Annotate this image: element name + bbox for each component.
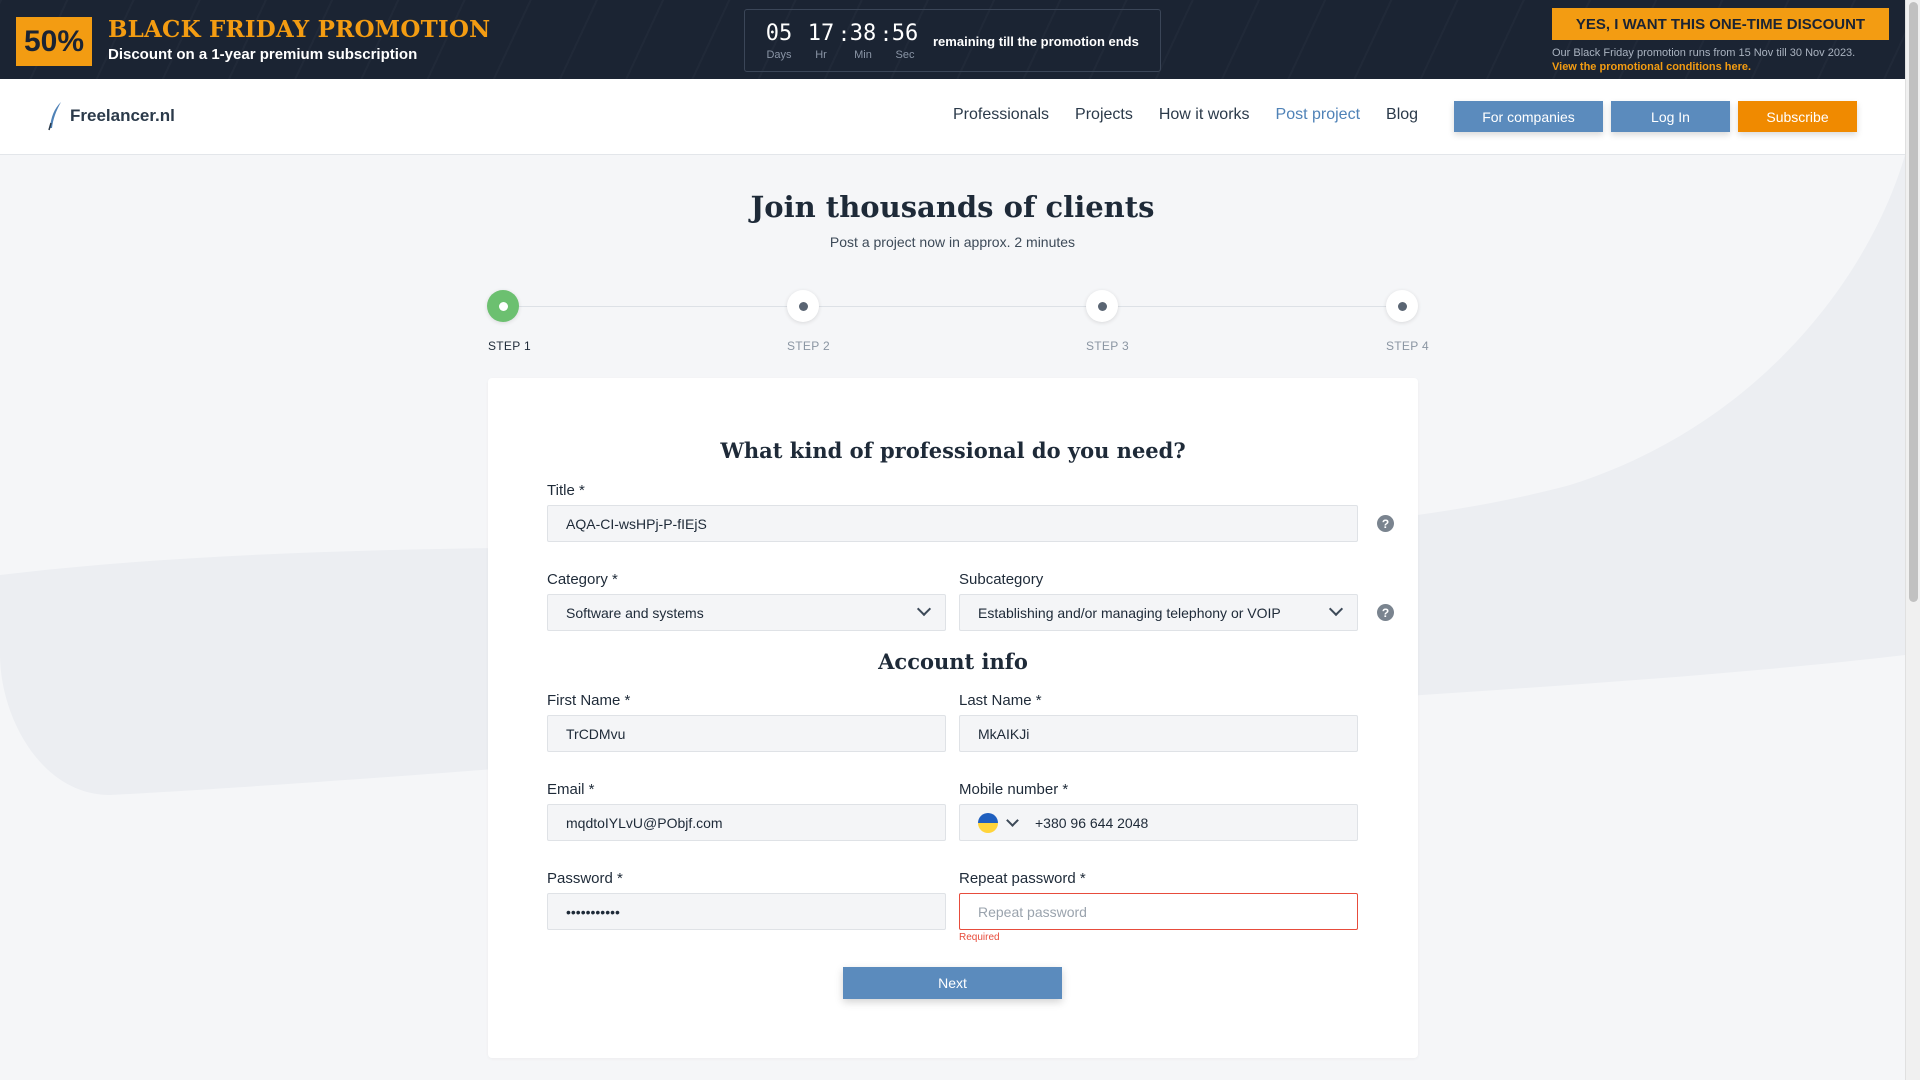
step-4-indicator [1386,290,1418,322]
subcategory-help-icon[interactable]: ? [1377,604,1394,621]
countdown-days: 05 Days [765,21,793,62]
promo-banner: 50% BLACK FRIDAY PROMOTION Discount on a… [0,0,1905,79]
form-section-title: What kind of professional do you need? [720,438,1186,463]
email-input[interactable]: mqdtoIYLvU@PObjf.com [547,804,946,841]
subscribe-button[interactable]: Subscribe [1738,101,1857,132]
next-button[interactable]: Next [843,967,1062,999]
repeat-password-label: Repeat password * [959,870,1086,887]
step-2-indicator [787,290,819,322]
countdown-minutes: 38 Min [849,21,877,62]
password-input[interactable]: ••••••••••• [547,893,946,930]
page-title: Join thousands of clients [750,190,1155,224]
chevron-down-icon [1328,601,1344,617]
nav-post-project[interactable]: Post project [1276,106,1360,124]
title-label: Title * [547,482,585,499]
nav-how-it-works[interactable]: How it works [1159,106,1250,124]
subcategory-select[interactable]: Establishing and/or managing telephony o… [959,594,1358,631]
password-label: Password * [547,870,623,887]
mobile-label: Mobile number * [959,781,1069,798]
email-label: Email * [547,781,595,798]
chevron-down-icon[interactable] [1006,813,1019,827]
site-header: Freelancer.nl Professionals Projects How… [0,79,1905,155]
promo-countdown: 05 Days 17 Hr : 38 Min : 56 Sec remainin… [744,9,1161,72]
promo-title: BLACK FRIDAY PROMOTION [108,16,491,43]
nav-projects[interactable]: Projects [1075,106,1133,124]
repeat-password-input[interactable]: Repeat password [959,893,1358,930]
step-3-label: STEP 3 [1086,339,1129,353]
promo-note: Our Black Friday promotion runs from 15 … [1552,47,1856,59]
logo-text: Freelancer.nl [70,106,175,125]
main-nav: Professionals Projects How it works Post… [953,106,1444,124]
category-label: Category * [547,571,618,588]
countdown-hours: 17 Hr [807,21,835,62]
countdown-seconds: 56 Sec [891,21,919,62]
promo-badge: 50% [16,17,92,66]
for-companies-button[interactable]: For companies [1454,101,1603,132]
page-subtitle: Post a project now in approx. 2 minutes [829,234,1076,250]
logo[interactable]: Freelancer.nl [46,101,175,131]
category-select[interactable]: Software and systems [547,594,946,631]
account-info-title: Account info [878,649,1028,674]
step-1-indicator [487,290,519,322]
scrollbar-thumb[interactable] [1909,2,1918,602]
page-scrollbar[interactable] [1905,0,1920,1080]
nav-blog[interactable]: Blog [1386,106,1418,124]
step-4-label: STEP 4 [1386,339,1429,353]
subcategory-label: Subcategory [959,571,1044,588]
mobile-input[interactable]: +380 96 644 2048 [959,804,1358,841]
step-1-label: STEP 1 [488,339,531,353]
ukraine-flag-icon[interactable] [978,812,998,833]
first-name-label: First Name * [547,692,631,709]
step-3-indicator [1086,290,1118,322]
nav-professionals[interactable]: Professionals [953,106,1049,124]
title-help-icon[interactable]: ? [1377,515,1394,532]
countdown-text: remaining till the promotion ends [933,34,1139,49]
title-input[interactable]: AQA-CI-wsHPj-P-fIEjS [547,505,1358,542]
promo-subtitle: Discount on a 1-year premium subscriptio… [108,46,418,63]
project-form-card: What kind of professional do you need? T… [488,378,1418,1058]
chevron-down-icon [916,601,932,617]
stepper-line [503,306,1403,307]
discount-cta-button[interactable]: YES, I WANT THIS ONE-TIME DISCOUNT [1552,8,1889,40]
last-name-input[interactable]: MkAIKJi [959,715,1358,752]
first-name-input[interactable]: TrCDMvu [547,715,946,752]
promo-conditions-link[interactable]: View the promotional conditions here. [1552,61,1751,73]
last-name-label: Last Name * [959,692,1042,709]
repeat-password-error: Required [959,932,1000,943]
feather-logo-icon [48,102,61,131]
login-button[interactable]: Log In [1611,101,1730,132]
step-2-label: STEP 2 [787,339,830,353]
